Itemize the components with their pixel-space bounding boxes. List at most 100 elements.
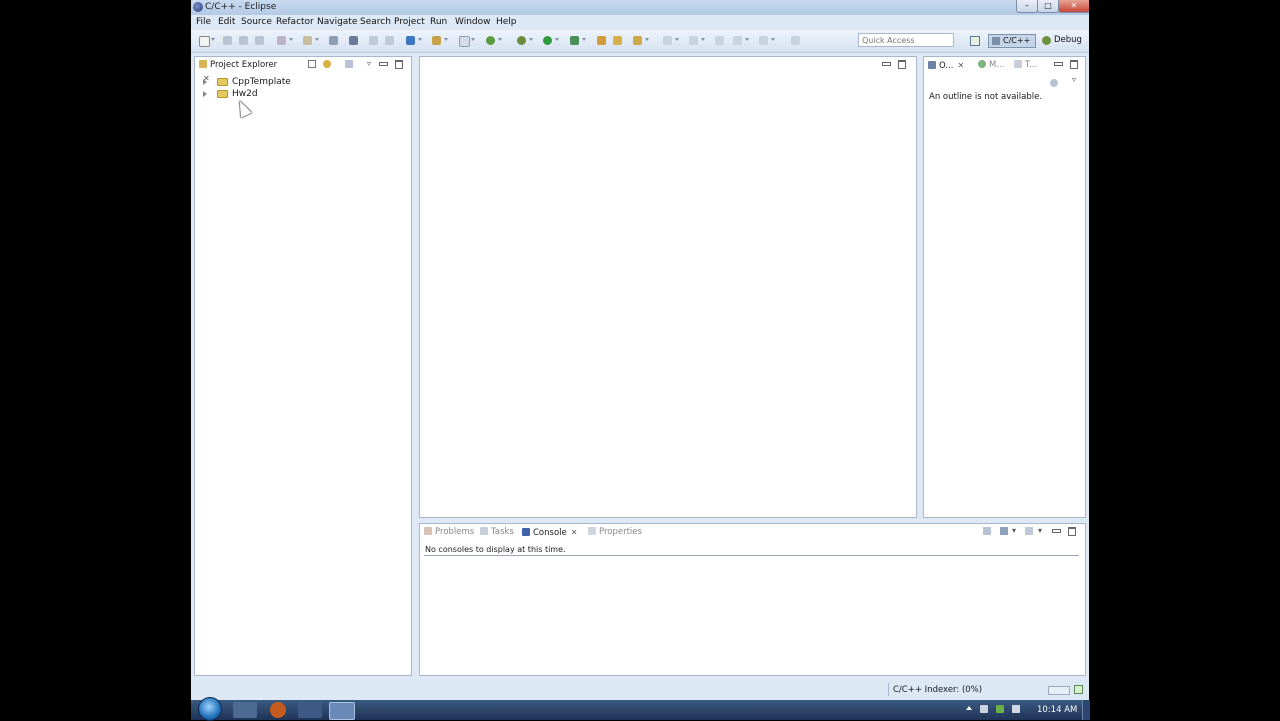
- back-dropdown-icon[interactable]: [745, 38, 749, 41]
- new-icon[interactable]: [199, 36, 210, 47]
- tab-outline[interactable]: O... ✕: [928, 59, 964, 72]
- forward-icon[interactable]: [759, 36, 768, 45]
- next-annotation-icon[interactable]: [663, 36, 672, 45]
- view-menu-icon[interactable]: ▿: [1070, 76, 1078, 84]
- open-perspective-icon[interactable]: [970, 36, 980, 46]
- taskbar-explorer-icon[interactable]: [233, 702, 257, 718]
- last-edit-icon[interactable]: [715, 36, 724, 45]
- new-class-icon[interactable]: [406, 36, 415, 45]
- link-with-editor-icon[interactable]: [323, 60, 331, 68]
- menu-refactor[interactable]: Refactor: [276, 17, 314, 27]
- show-desktop-button[interactable]: [1082, 700, 1090, 720]
- progress-view-icon[interactable]: [1074, 685, 1083, 694]
- display-console-dropdown-icon[interactable]: ▾: [1010, 527, 1018, 535]
- new-dropdown-icon[interactable]: [211, 38, 215, 41]
- menu-project[interactable]: Project: [394, 17, 425, 27]
- external-tools-icon[interactable]: [570, 36, 579, 45]
- menu-help[interactable]: Help: [496, 17, 517, 27]
- maximize-button[interactable]: □: [1037, 0, 1059, 13]
- new-console-icon[interactable]: [1025, 527, 1033, 535]
- tab-make-target[interactable]: M...: [978, 59, 1004, 72]
- toggle-mark-icon[interactable]: [369, 36, 378, 45]
- build-target-dropdown-icon[interactable]: [315, 38, 319, 41]
- prev-annotation-icon[interactable]: [689, 36, 698, 45]
- debug-dropdown-icon[interactable]: [529, 38, 533, 41]
- menu-file[interactable]: File: [196, 17, 211, 27]
- save-all-icon[interactable]: [239, 36, 248, 45]
- sync-icon[interactable]: [1050, 79, 1058, 87]
- expand-icon[interactable]: [203, 91, 207, 97]
- prev-annotation-dropdown-icon[interactable]: [701, 38, 705, 41]
- block-icon[interactable]: [385, 36, 394, 45]
- menu-source[interactable]: Source: [241, 17, 272, 27]
- build-target-icon[interactable]: [303, 36, 312, 45]
- open-console-icon[interactable]: [983, 527, 991, 535]
- tray-network-icon[interactable]: [980, 705, 988, 713]
- pin-icon[interactable]: [349, 36, 358, 45]
- view-menu-icon[interactable]: ▿: [365, 60, 373, 68]
- next-annotation-dropdown-icon[interactable]: [675, 38, 679, 41]
- menu-window[interactable]: Window: [455, 17, 491, 27]
- filter-icon[interactable]: [345, 60, 353, 68]
- new-file-icon[interactable]: [459, 36, 470, 47]
- editor-area[interactable]: [419, 56, 917, 518]
- maximize-panel-icon[interactable]: [395, 60, 403, 69]
- tab-problems[interactable]: Problems: [424, 526, 474, 539]
- forward-dropdown-icon[interactable]: [771, 38, 775, 41]
- clock[interactable]: 10:14 AM: [1037, 705, 1077, 715]
- taskbar-firefox-icon[interactable]: [270, 702, 286, 718]
- external-tools-dropdown-icon[interactable]: [582, 38, 586, 41]
- search-dropdown-icon[interactable]: [645, 38, 649, 41]
- terminal-icon[interactable]: [329, 36, 338, 45]
- menu-edit[interactable]: Edit: [218, 17, 235, 27]
- new-folder-icon[interactable]: [432, 36, 441, 45]
- expand-icon[interactable]: [203, 79, 207, 85]
- pin-editor-icon[interactable]: [791, 36, 800, 45]
- taskbar-app-icon[interactable]: [298, 702, 322, 718]
- minimize-panel-icon[interactable]: [379, 60, 388, 68]
- back-icon[interactable]: [733, 36, 742, 45]
- new-folder-dropdown-icon[interactable]: [444, 38, 448, 41]
- tray-security-icon[interactable]: [996, 705, 1004, 713]
- open-element-icon[interactable]: [613, 36, 622, 45]
- minimize-panel-icon[interactable]: [1054, 60, 1063, 68]
- new-class-dropdown-icon[interactable]: [418, 38, 422, 41]
- refresh-icon[interactable]: [486, 36, 495, 45]
- show-hidden-icons-icon[interactable]: [966, 706, 972, 710]
- refresh-dropdown-icon[interactable]: [498, 38, 502, 41]
- tab-tasks[interactable]: Tasks: [480, 526, 514, 539]
- new-file-dropdown-icon[interactable]: [471, 38, 475, 41]
- perspective-cpp-button[interactable]: C/C++: [988, 34, 1036, 48]
- build-dropdown-icon[interactable]: [289, 38, 293, 41]
- run-dropdown-icon[interactable]: [555, 38, 559, 41]
- new-console-dropdown-icon[interactable]: ▾: [1036, 527, 1044, 535]
- collapse-all-icon[interactable]: [308, 60, 316, 68]
- taskbar-eclipse-icon[interactable]: [329, 702, 355, 720]
- close-tab-icon[interactable]: ✕: [571, 526, 578, 539]
- menu-navigate[interactable]: Navigate: [317, 17, 357, 27]
- maximize-panel-icon[interactable]: [1070, 60, 1078, 69]
- display-console-icon[interactable]: [1000, 527, 1008, 535]
- start-button[interactable]: [198, 697, 222, 721]
- perspective-debug-button[interactable]: Debug: [1041, 34, 1087, 48]
- minimize-button[interactable]: –: [1016, 0, 1038, 13]
- minimize-editor-icon[interactable]: [882, 60, 891, 68]
- debug-icon[interactable]: [517, 36, 526, 45]
- menu-search[interactable]: Search: [360, 17, 391, 27]
- print-icon[interactable]: [255, 36, 264, 45]
- maximize-panel-icon[interactable]: [1068, 527, 1076, 536]
- open-type-icon[interactable]: [597, 36, 606, 45]
- close-tab-icon[interactable]: ✕: [957, 59, 964, 72]
- tab-project-explorer[interactable]: Project Explorer✕: [199, 59, 285, 83]
- menu-run[interactable]: Run: [430, 17, 447, 27]
- tray-volume-icon[interactable]: [1012, 705, 1020, 713]
- progress-bar[interactable]: [1048, 686, 1070, 695]
- quick-access-input[interactable]: [858, 33, 954, 47]
- build-icon[interactable]: [277, 36, 286, 45]
- search-icon[interactable]: [633, 36, 642, 45]
- maximize-editor-icon[interactable]: [898, 60, 906, 69]
- title-bar[interactable]: C/C++ - Eclipse – □ ✕: [191, 0, 1089, 15]
- save-icon[interactable]: [223, 36, 232, 45]
- close-button[interactable]: ✕: [1058, 0, 1089, 13]
- tab-task-list[interactable]: T...: [1014, 59, 1037, 72]
